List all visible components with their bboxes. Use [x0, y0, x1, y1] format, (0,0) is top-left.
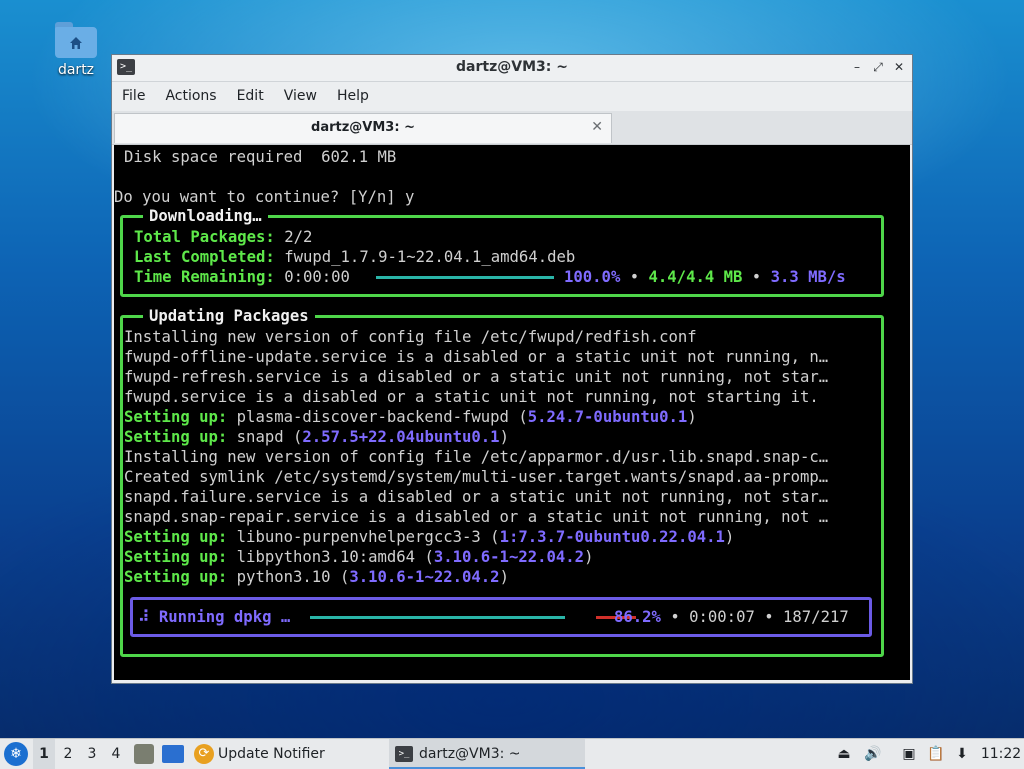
workspace-2[interactable]: 2: [57, 739, 79, 769]
clipboard-icon[interactable]: 📋: [926, 739, 946, 769]
package-version: 3.10.6-1~22.04.2: [433, 548, 585, 566]
total-label: Total Packages:: [134, 228, 275, 246]
package-version: 1:7.3.7-0ubuntu0.22.04.1: [499, 528, 725, 546]
dpkg-stats: 86.2% • 0:00:07 • 187/217: [614, 608, 849, 626]
minimize-icon[interactable]: –: [848, 58, 866, 76]
log-line: Created symlink /etc/systemd/system/mult…: [124, 468, 829, 486]
desktop-icon-label: dartz: [57, 62, 95, 78]
desktop-home-folder[interactable]: dartz: [48, 22, 104, 78]
clock[interactable]: 11:22: [980, 739, 1022, 769]
dpkg-elapsed: 0:00:07: [689, 608, 755, 626]
log-line: fwupd.service is a disabled or a static …: [124, 388, 819, 406]
dpkg-count: 187/217: [783, 608, 849, 626]
workspace-3[interactable]: 3: [81, 739, 103, 769]
maximize-icon[interactable]: ⤢: [869, 58, 887, 76]
menu-edit[interactable]: Edit: [227, 82, 274, 110]
menu-help[interactable]: Help: [327, 82, 379, 110]
package-version: 5.24.7-0ubuntu0.1: [527, 408, 688, 426]
log-line: Setting up: libpython3.10:amd64 (3.10.6-…: [124, 548, 594, 566]
menu-actions[interactable]: Actions: [155, 82, 226, 110]
download-stats: 100.0% • 4.4/4.4 MB • 3.3 MB/s: [564, 268, 846, 286]
package-version: 2.57.5+22.04ubuntu0.1: [302, 428, 500, 446]
tab-bar: dartz@VM3: ~ ✕: [112, 111, 912, 145]
workspace-1[interactable]: 1: [33, 739, 55, 769]
terminal-output[interactable]: Disk space required 602.1 MB Do you want…: [114, 145, 910, 680]
time-remaining-row: Time Remaining: 0:00:00: [134, 267, 350, 287]
download-speed: 3.3 MB/s: [770, 268, 846, 286]
close-icon[interactable]: ✕: [890, 58, 908, 76]
update-title: Updating Packages: [143, 306, 315, 326]
log-line: snapd.snap-repair.service is a disabled …: [124, 508, 829, 526]
dpkg-percent: 86.2%: [614, 608, 661, 626]
volume-icon[interactable]: 🔊: [862, 739, 884, 769]
log-line: Setting up: libuno-purpenvhelpergcc3-3 (…: [124, 528, 735, 546]
setup-label: Setting up:: [124, 408, 228, 426]
time-label: Time Remaining:: [134, 268, 275, 286]
log-line: Setting up: plasma-discover-backend-fwup…: [124, 408, 697, 426]
download-percent: 100.0%: [564, 268, 621, 286]
spinner-icon: ⠼: [138, 608, 150, 626]
last-value: fwupd_1.7.9-1~22.04.1_amd64.deb: [284, 248, 576, 266]
log-line: fwupd-offline-update.service is a disabl…: [124, 348, 829, 366]
dpkg-progress-bar: [310, 616, 565, 619]
log-line: fwupd-refresh.service is a disabled or a…: [124, 368, 829, 386]
disk-space-line: Disk space required 602.1 MB: [124, 148, 397, 166]
taskbar: ❄ 1 2 3 4 ⟳ Update Notifier >_ dartz@VM3: …: [0, 738, 1024, 769]
terminal-icon: >_: [395, 746, 413, 762]
folder-home-icon: [55, 22, 97, 58]
dpkg-status-row: ⠼ Running dpkg …: [138, 607, 290, 627]
menu-view[interactable]: View: [274, 82, 327, 110]
time-value: 0:00:00: [284, 268, 350, 286]
update-notifier-icon: ⟳: [194, 744, 214, 764]
tab-close-icon[interactable]: ✕: [591, 119, 603, 135]
prompt-line: Do you want to continue? [Y/n] y: [114, 188, 415, 206]
eject-icon[interactable]: ⏏: [834, 739, 854, 769]
setup-label: Setting up:: [124, 568, 228, 586]
task-terminal[interactable]: >_ dartz@VM3: ~: [389, 739, 585, 769]
package-name: snapd: [236, 428, 284, 446]
dpkg-label: Running dpkg …: [158, 608, 291, 626]
tab-terminal[interactable]: dartz@VM3: ~ ✕: [114, 113, 612, 143]
start-menu-icon[interactable]: ❄: [4, 742, 28, 766]
last-completed-row: Last Completed: fwupd_1.7.9-1~22.04.1_am…: [134, 247, 575, 267]
network-icon[interactable]: ▣: [898, 739, 920, 769]
total-packages-row: Total Packages: 2/2: [134, 227, 312, 247]
setup-label: Setting up:: [124, 428, 228, 446]
window-title: dartz@VM3: ~: [456, 59, 568, 75]
update-available-icon[interactable]: ⬇: [952, 739, 972, 769]
terminal-window: >_ dartz@VM3: ~ – ⤢ ✕ File Actions Edit Vie…: [111, 54, 913, 684]
workspace-4[interactable]: 4: [105, 739, 127, 769]
package-name: python3.10: [236, 568, 331, 586]
log-line: Setting up: python3.10 (3.10.6-1~22.04.2…: [124, 568, 509, 586]
setup-label: Setting up:: [124, 548, 228, 566]
package-version: 3.10.6-1~22.04.2: [349, 568, 500, 586]
task-label-terminal: dartz@VM3: ~: [419, 746, 521, 762]
log-line: snapd.failure.service is a disabled or a…: [124, 488, 829, 506]
tab-label: dartz@VM3: ~: [311, 120, 415, 135]
total-value: 2/2: [284, 228, 313, 246]
menu-file[interactable]: File: [112, 82, 155, 110]
download-title: Downloading…: [143, 206, 268, 226]
download-size: 4.4/4.4 MB: [648, 268, 743, 286]
download-progress-bar: [376, 276, 554, 279]
last-label: Last Completed:: [134, 248, 275, 266]
file-manager-icon[interactable]: [134, 744, 154, 764]
package-name: plasma-discover-backend-fwupd: [236, 408, 509, 426]
task-label-update-notifier: Update Notifier: [218, 746, 325, 762]
show-desktop-icon[interactable]: [162, 745, 184, 763]
title-bar[interactable]: >_ dartz@VM3: ~ – ⤢ ✕: [112, 55, 912, 82]
menu-bar: File Actions Edit View Help: [112, 82, 912, 110]
package-name: libuno-purpenvhelpergcc3-3: [236, 528, 481, 546]
log-line: Installing new version of config file /e…: [124, 328, 697, 346]
setup-label: Setting up:: [124, 528, 228, 546]
log-line: Setting up: snapd (2.57.5+22.04ubuntu0.1…: [124, 428, 509, 446]
log-line: Installing new version of config file /e…: [124, 448, 829, 466]
package-name: libpython3.10:amd64: [236, 548, 416, 566]
task-update-notifier[interactable]: ⟳ Update Notifier: [192, 739, 384, 769]
